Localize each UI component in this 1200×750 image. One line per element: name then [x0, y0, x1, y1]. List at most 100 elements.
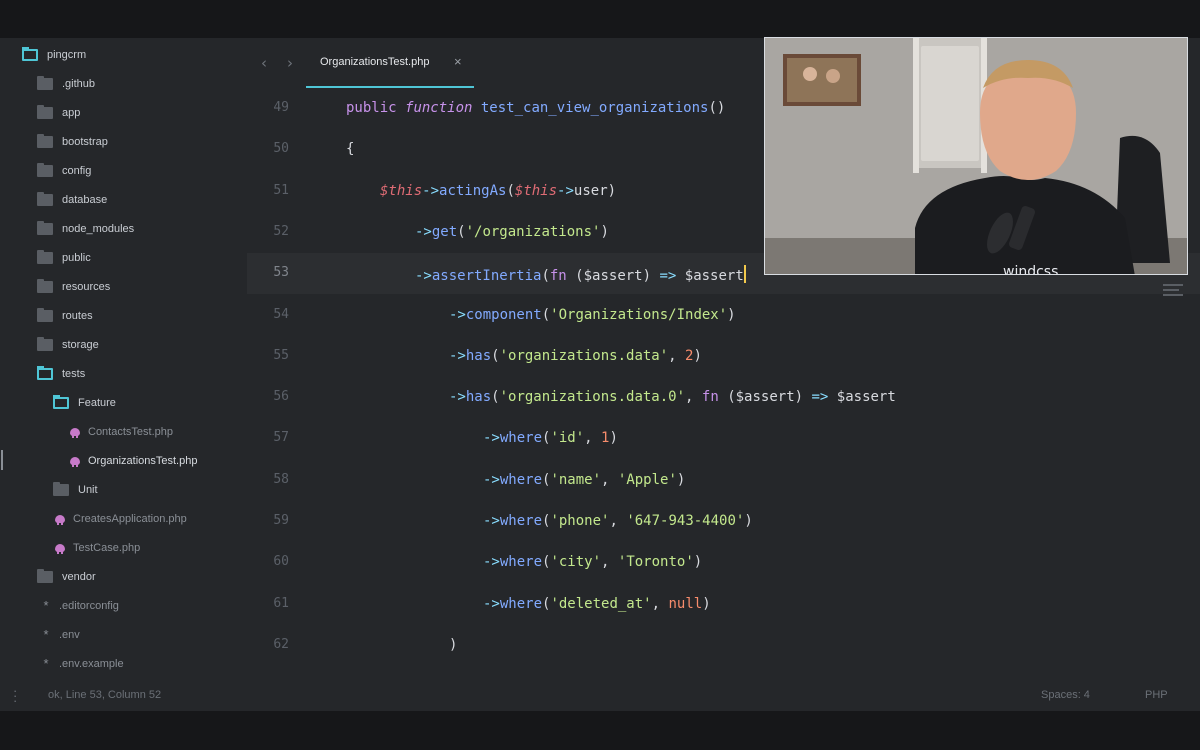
code-token: {	[346, 141, 355, 158]
tree-item-config[interactable]: config	[37, 160, 91, 182]
line-number: 51	[273, 182, 289, 198]
tree-item-editorconfig[interactable]: * .editorconfig	[40, 595, 118, 617]
code-line[interactable]: 58 ->where('name', 'Apple')	[247, 460, 1200, 501]
code-token: fn	[549, 268, 576, 285]
code-text: ->where('deleted_at', null)	[483, 596, 711, 612]
tree-item-label: .env	[59, 629, 80, 641]
tree-item-vendor[interactable]: vendor	[37, 566, 96, 588]
line-number: 55	[273, 347, 289, 363]
tree-item-tests[interactable]: tests	[37, 363, 85, 385]
code-token: )	[693, 554, 703, 571]
active-file-indicator	[1, 450, 3, 470]
code-text: ->get('/organizations')	[415, 224, 609, 240]
code-line[interactable]: 60 ->where('city', 'Toronto')	[247, 542, 1200, 583]
status-bar: · · · ok, Line 53, Column 52 Spaces: 4 PHP	[0, 680, 1200, 711]
tree-item-database[interactable]: database	[37, 189, 107, 211]
code-token: test_can_view_organizations	[480, 100, 709, 116]
code-line[interactable]: 57 ->where('id', 1)	[247, 418, 1200, 459]
tree-item-label: Feature	[78, 397, 116, 409]
code-line[interactable]: 56 ->has('organizations.data.0', fn ($ass…	[247, 377, 1200, 418]
tree-item-node-modules[interactable]: node_modules	[37, 218, 134, 240]
code-token: assertInertia	[431, 268, 542, 285]
code-token: =>	[659, 268, 685, 285]
code-text: ->assertInertia(fn ($assert) => $assert	[415, 265, 746, 284]
tab-organizations-test[interactable]: OrganizationsTest.php ×	[306, 38, 474, 88]
folder-icon	[37, 192, 53, 206]
code-token: )	[600, 223, 609, 240]
code-token: $this	[514, 182, 558, 199]
tree-item-label: .github	[62, 78, 96, 90]
code-token: where	[499, 513, 543, 529]
code-token: )	[609, 430, 618, 447]
code-text: ->where('city', 'Toronto')	[483, 554, 702, 570]
code-token: 'Toronto'	[617, 554, 694, 571]
code-token: get	[431, 223, 458, 240]
folder-icon	[37, 569, 53, 583]
tree-item-createsapplication-php[interactable]: CreatesApplication.php	[55, 508, 187, 530]
folder-icon	[37, 250, 53, 264]
code-token: 'Organizations/Index'	[550, 306, 728, 323]
folder-icon	[37, 163, 53, 177]
code-token: ()	[708, 100, 726, 116]
php-elephant-icon	[55, 544, 65, 554]
config-file-icon: *	[43, 598, 49, 613]
tree-item-label: database	[62, 194, 108, 206]
status-menu-icon[interactable]: · · ·	[13, 684, 17, 707]
tree-item-public[interactable]: public	[37, 247, 91, 269]
code-token: 'organizations.data.0'	[499, 389, 686, 406]
tree-item-bootstrap[interactable]: bootstrap	[37, 131, 108, 153]
tree-root-pingcrm[interactable]: pingcrm	[22, 44, 86, 66]
tree-item-label: config	[62, 165, 92, 177]
tree-item-label: ContactsTest.php	[88, 426, 173, 438]
tree-item-label: node_modules	[62, 223, 135, 235]
code-token: =>	[811, 389, 837, 406]
code-token: ->	[449, 306, 466, 323]
folder-open-icon	[22, 47, 38, 61]
code-token: public	[346, 100, 406, 116]
folder-open-icon	[37, 366, 53, 380]
text-cursor	[743, 265, 746, 284]
code-line[interactable]: 61 ->where('deleted_at', null)	[247, 584, 1200, 625]
code-line[interactable]: 59 ->where('phone', '647-943-4400')	[247, 501, 1200, 542]
tree-item-unit[interactable]: Unit	[53, 479, 98, 501]
code-line[interactable]: 55 ->has('organizations.data', 2)	[247, 336, 1200, 377]
tree-item-storage[interactable]: storage	[37, 334, 99, 356]
tree-item-env-example[interactable]: * .env.example	[40, 653, 123, 675]
forward-arrow-icon[interactable]: ›	[287, 54, 293, 72]
code-token: $this	[380, 182, 423, 199]
code-token: where	[499, 430, 543, 447]
folder-open-icon	[53, 395, 69, 409]
tree-item-label: Unit	[78, 484, 98, 496]
line-number: 54	[273, 306, 289, 322]
tree-item-organizationstest-php[interactable]: OrganizationsTest.php	[70, 450, 197, 472]
line-number: 60	[273, 554, 289, 570]
tree-item-routes[interactable]: routes	[37, 305, 93, 327]
tab-label: OrganizationsTest.php	[320, 56, 430, 68]
close-icon[interactable]: ×	[454, 54, 462, 69]
status-language[interactable]: PHP	[1145, 689, 1168, 701]
file-tree-sidebar: pingcrm .github app bootstrap config databas…	[0, 38, 247, 680]
status-indentation[interactable]: Spaces: 4	[1041, 689, 1090, 701]
tree-item-feature[interactable]: Feature	[53, 392, 116, 414]
config-file-icon: *	[43, 627, 49, 642]
code-token: 'phone'	[550, 513, 610, 529]
folder-icon	[37, 221, 53, 235]
code-text: ->where('name', 'Apple')	[483, 472, 685, 488]
tree-item-testcase-php[interactable]: TestCase.php	[55, 537, 140, 559]
code-token: null	[668, 595, 703, 612]
code-token: 'organizations.data'	[499, 347, 669, 364]
tree-item-app[interactable]: app	[37, 102, 80, 124]
code-token: ->	[483, 554, 500, 571]
code-token: ,	[584, 430, 602, 447]
tree-item-github[interactable]: .github	[37, 73, 95, 95]
code-line[interactable]: 54 ->component('Organizations/Index')	[247, 295, 1200, 336]
tree-item-resources[interactable]: resources	[37, 276, 110, 298]
tree-item-contactstest-php[interactable]: ContactsTest.php	[70, 421, 173, 443]
tree-item-label: storage	[62, 339, 99, 351]
tree-item-label: OrganizationsTest.php	[88, 455, 198, 467]
tree-item-env[interactable]: * .env	[40, 624, 80, 646]
line-number: 61	[273, 595, 289, 611]
folder-icon	[37, 279, 53, 293]
back-arrow-icon[interactable]: ‹	[261, 54, 267, 72]
code-line[interactable]: 62)	[247, 625, 1200, 666]
